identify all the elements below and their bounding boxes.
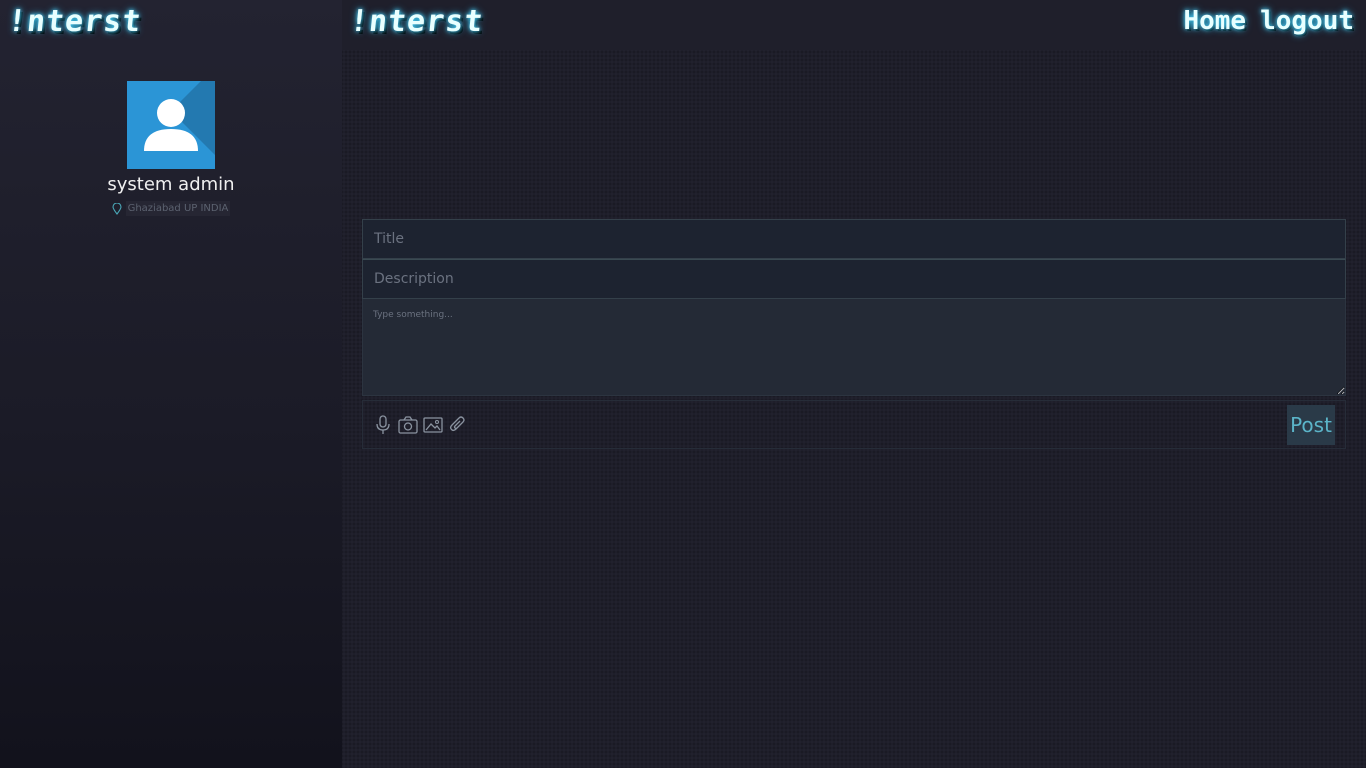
title-input[interactable] <box>362 219 1346 259</box>
sidebar-logo[interactable]: !nterst <box>6 4 143 39</box>
composer-toolbar: Post <box>362 400 1346 449</box>
profile-name: system admin <box>107 174 235 195</box>
home-link[interactable]: Home <box>1183 6 1246 36</box>
profile-card: system admin Ghaziabad UP INDIA <box>0 81 342 219</box>
image-icon[interactable] <box>423 414 443 436</box>
post-composer: Post <box>362 219 1346 449</box>
attachment-tools <box>373 414 468 436</box>
camera-icon[interactable] <box>398 414 418 436</box>
body-textarea[interactable] <box>362 299 1346 396</box>
post-button[interactable]: Post <box>1287 404 1335 445</box>
header-logo[interactable]: !nterst <box>348 4 485 39</box>
description-input[interactable] <box>362 259 1346 299</box>
logout-link[interactable]: logout <box>1260 6 1354 36</box>
map-pin-icon <box>112 202 122 215</box>
profile-location: Ghaziabad UP INDIA <box>112 201 231 216</box>
top-nav: Home logout <box>1183 6 1354 36</box>
paperclip-icon[interactable] <box>448 414 468 436</box>
location-text: Ghaziabad UP INDIA <box>125 201 231 216</box>
user-icon <box>144 99 198 151</box>
microphone-icon[interactable] <box>373 414 393 436</box>
avatar[interactable] <box>127 81 215 169</box>
